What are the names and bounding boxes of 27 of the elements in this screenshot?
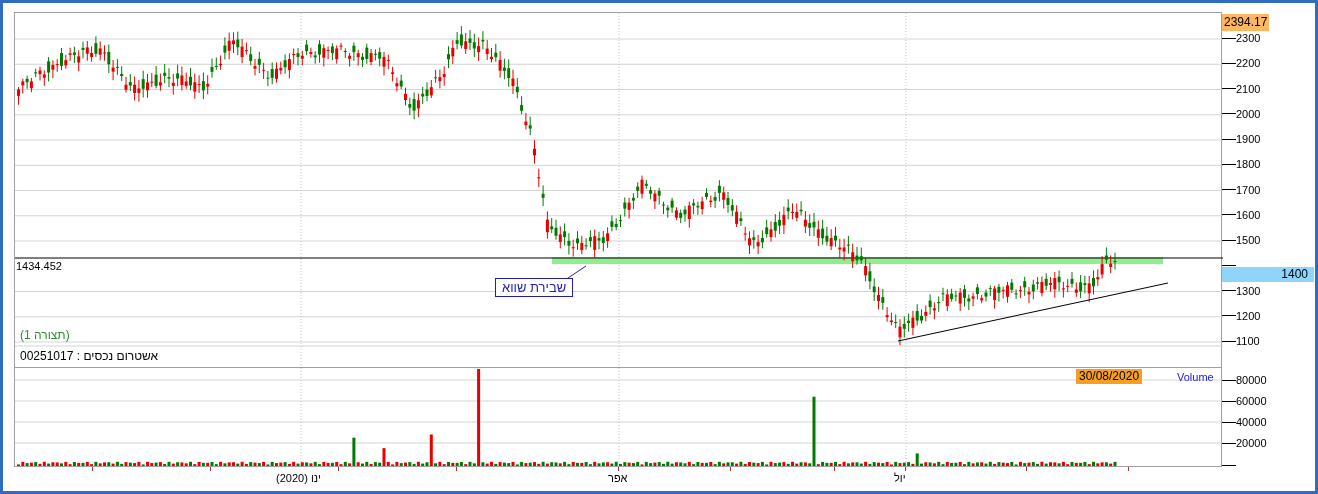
date-badge: 30/08/2020 xyxy=(1076,369,1143,384)
price-tick-label: 1700 xyxy=(1236,182,1261,197)
price-tick-label: 1500 xyxy=(1236,233,1261,247)
price-tick-label: 1300 xyxy=(1236,283,1261,298)
price-tick-label: 1100 xyxy=(1236,334,1260,348)
instrument-label: אשטרום נכסים : 00251017 xyxy=(20,348,159,365)
last-price-badge: 2394.17 xyxy=(1222,14,1270,31)
month-label: ינו (2020) xyxy=(276,471,321,486)
price-tick-label: 1600 xyxy=(1236,207,1261,222)
volume-tick-label: 80000 xyxy=(1236,373,1267,387)
price-tick-label: 2000 xyxy=(1236,106,1261,121)
price-tick-label: 2100 xyxy=(1236,81,1261,96)
level-line-label: 1434.452 xyxy=(16,259,62,273)
price-tick-label: 1800 xyxy=(1236,157,1261,172)
month-label: יול xyxy=(894,471,906,486)
pattern-label: (תצורה 1) xyxy=(20,327,70,344)
volume-title: Volume xyxy=(1177,370,1214,385)
volume-tick-label: 20000 xyxy=(1236,436,1267,450)
month-label: אפר xyxy=(608,471,628,486)
volume-tick-label: 40000 xyxy=(1236,415,1267,429)
price-tick-label: 1900 xyxy=(1236,132,1261,146)
cursor-price-badge: 1400 xyxy=(1222,267,1314,282)
annotation-label: שבירת שווא xyxy=(495,278,574,297)
price-tick-label: 2300 xyxy=(1236,31,1261,45)
price-tick-label: 1200 xyxy=(1236,308,1261,323)
volume-tick-label: 60000 xyxy=(1236,394,1267,408)
price-tick-label: 2200 xyxy=(1236,56,1261,71)
